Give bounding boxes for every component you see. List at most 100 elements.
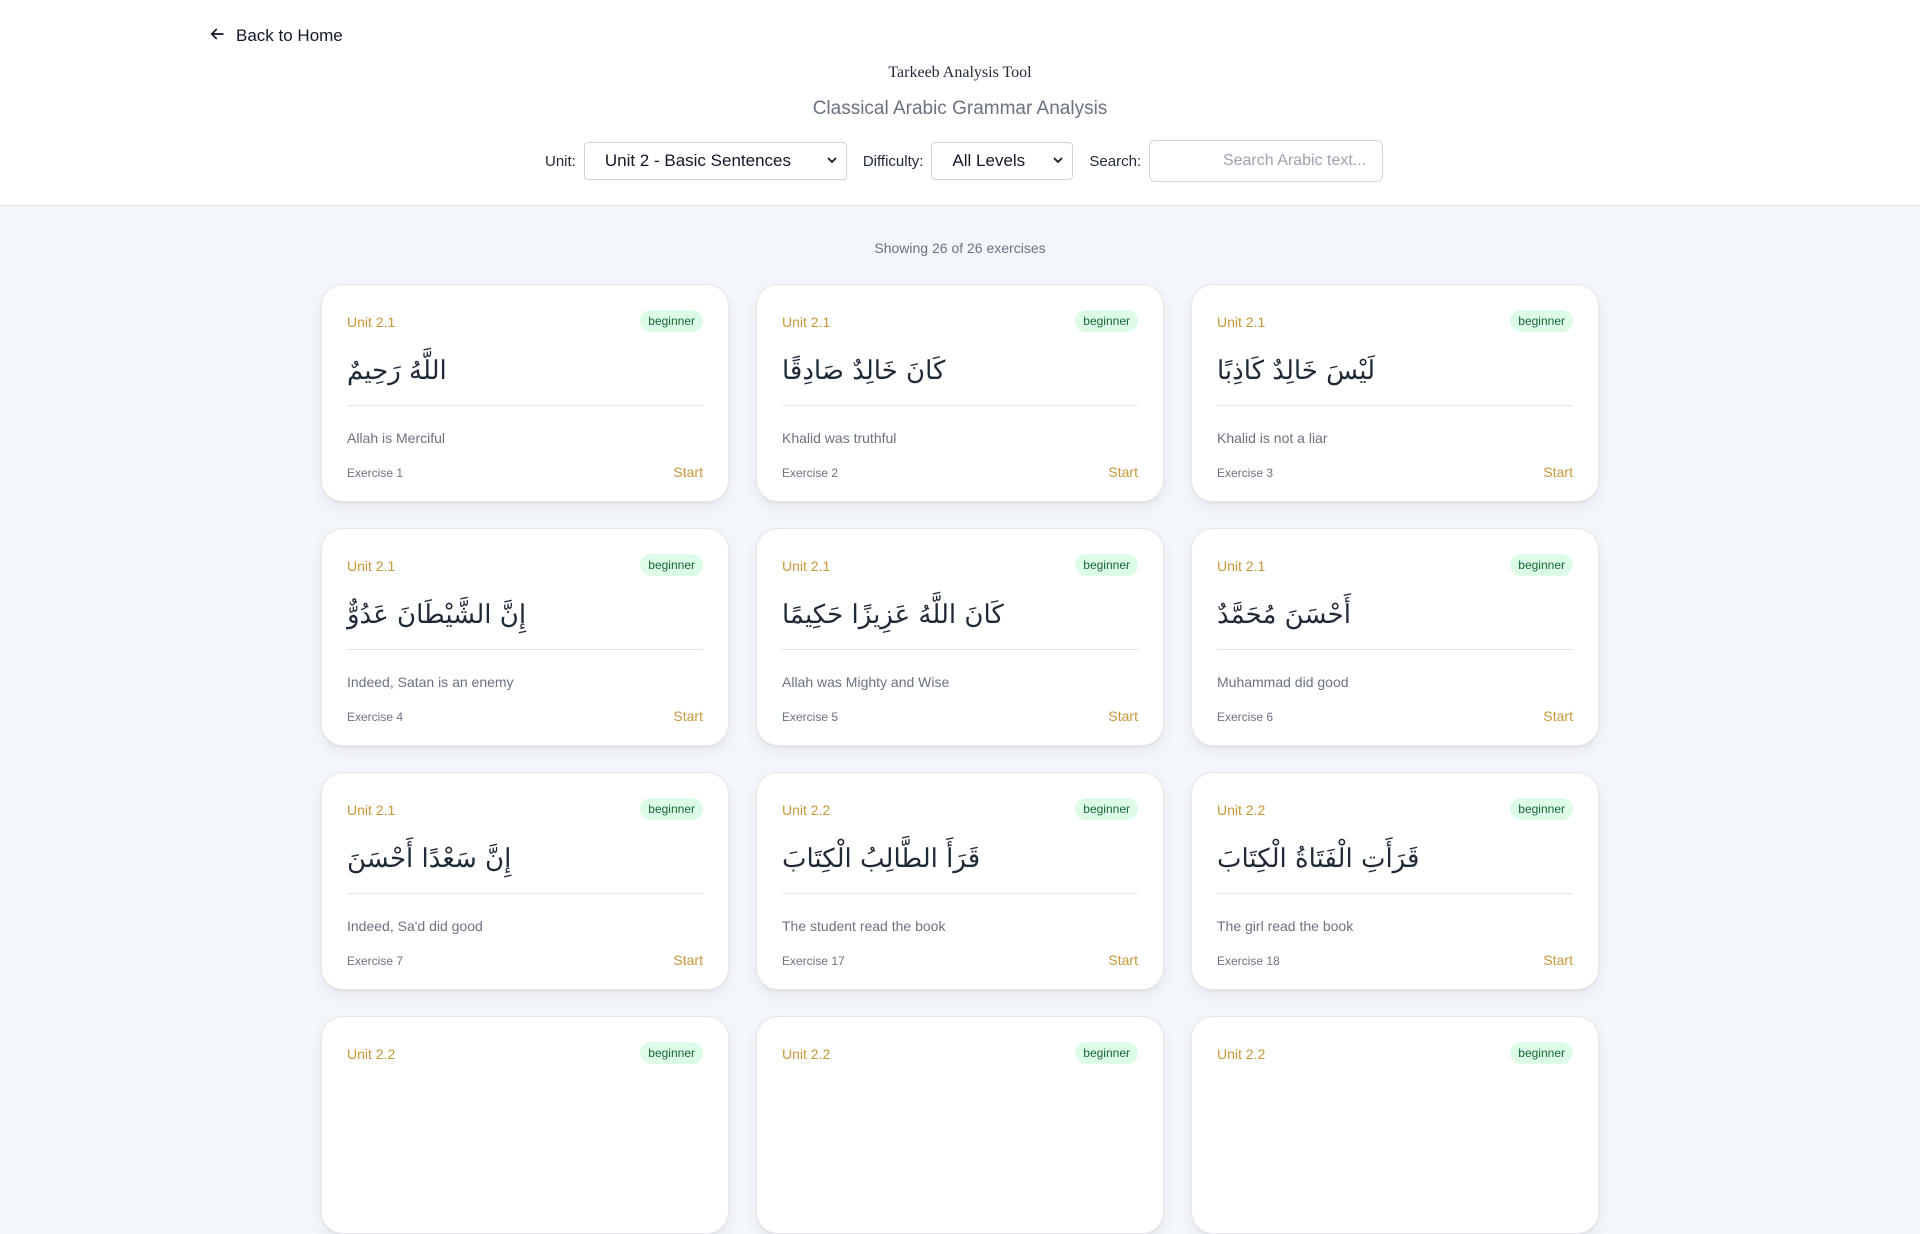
arabic-text: كَانَ خَالِدٌ صَادِقًا: [782, 356, 946, 386]
card-divider: [347, 893, 703, 894]
unit-select-value: Unit 2 - Basic Sentences: [604, 151, 791, 170]
unit-tag: Unit 2.1: [782, 558, 831, 574]
difficulty-badge: beginner: [1075, 1042, 1138, 1064]
translation-text: Allah is Merciful: [347, 430, 446, 446]
translation-text: Indeed, Sa'd did good: [347, 918, 483, 934]
unit-tag: Unit 2.2: [782, 802, 831, 818]
difficulty-badge: beginner: [1510, 310, 1573, 332]
card-divider: [347, 649, 703, 650]
exercise-number: Exercise 18: [1217, 954, 1280, 968]
difficulty-badge: beginner: [1075, 798, 1138, 820]
exercise-card[interactable]: Unit 2.1 beginner إِنَّ سَعْدًا أَحْسَنَ…: [321, 772, 729, 990]
exercise-number: Exercise 4: [347, 710, 404, 724]
difficulty-badge: beginner: [640, 798, 703, 820]
difficulty-badge: beginner: [1075, 310, 1138, 332]
arabic-text: أَحْسَنَ مُحَمَّدٌ: [1217, 600, 1351, 630]
start-button[interactable]: Start: [1543, 708, 1573, 724]
unit-tag: Unit 2.1: [347, 558, 396, 574]
arabic-text: كَانَ اللَّهُ عَزِيزًا حَكِيمًا: [782, 600, 1004, 630]
difficulty-select-value: All Levels: [952, 151, 1026, 170]
translation-text: Indeed, Satan is an enemy: [347, 674, 514, 690]
exercise-number: Exercise 5: [782, 710, 839, 724]
arabic-text: إِنَّ الشَّيْطَانَ عَدُوٌّ: [347, 600, 527, 630]
card-divider: [782, 649, 1138, 650]
translation-text: Khalid is not a liar: [1217, 430, 1328, 446]
exercise-grid: Unit 2.1 beginner اللَّهُ رَحِيمٌ Allah …: [321, 284, 1599, 1234]
exercise-card[interactable]: Unit 2.2 beginner: [321, 1016, 729, 1234]
difficulty-badge: beginner: [1075, 554, 1138, 576]
search-label: Search:: [1089, 152, 1142, 170]
start-button[interactable]: Start: [673, 708, 703, 724]
chevron-down-icon: [1042, 151, 1064, 171]
arrow-left-icon: [208, 25, 226, 48]
unit-tag: Unit 2.1: [1217, 558, 1266, 574]
start-button[interactable]: Start: [1108, 952, 1138, 968]
exercise-card[interactable]: Unit 2.2 beginner قَرَأَ الطَّالِبُ الْك…: [756, 772, 1164, 990]
unit-tag: Unit 2.1: [782, 314, 831, 330]
unit-tag: Unit 2.1: [1217, 314, 1266, 330]
exercise-card[interactable]: Unit 2.1 beginner لَيْسَ خَالِدٌ كَاذِبً…: [1191, 284, 1599, 502]
unit-label: Unit:: [545, 152, 576, 170]
back-link-label: Back to Home: [236, 26, 343, 45]
unit-tag: Unit 2.1: [347, 314, 396, 330]
exercise-count: Showing 26 of 26 exercises: [874, 240, 1046, 256]
card-divider: [782, 405, 1138, 406]
translation-text: Muhammad did good: [1217, 674, 1349, 690]
start-button[interactable]: Start: [673, 464, 703, 480]
exercise-number: Exercise 1: [347, 466, 404, 480]
start-button[interactable]: Start: [1543, 464, 1573, 480]
app-subtitle: Classical Arabic Grammar Analysis: [812, 98, 1108, 119]
exercise-card[interactable]: Unit 2.1 beginner أَحْسَنَ مُحَمَّدٌ Muh…: [1191, 528, 1599, 746]
arabic-text: قَرَأَ الطَّالِبُ الْكِتَابَ: [782, 844, 981, 874]
back-to-home-link[interactable]: Back to Home: [208, 24, 343, 48]
card-divider: [347, 405, 703, 406]
chevron-down-icon: [816, 151, 838, 171]
exercise-number: Exercise 3: [1217, 466, 1274, 480]
unit-tag: Unit 2.2: [1217, 802, 1266, 818]
difficulty-badge: beginner: [640, 554, 703, 576]
card-divider: [1217, 405, 1573, 406]
search-input[interactable]: [1149, 140, 1384, 182]
exercise-number: Exercise 7: [347, 954, 404, 968]
exercise-card[interactable]: Unit 2.2 beginner: [756, 1016, 1164, 1234]
translation-text: Allah was Mighty and Wise: [782, 674, 950, 690]
translation-text: The student read the book: [782, 918, 946, 934]
exercise-number: Exercise 6: [1217, 710, 1274, 724]
start-button[interactable]: Start: [1108, 464, 1138, 480]
start-button[interactable]: Start: [1108, 708, 1138, 724]
card-divider: [1217, 893, 1573, 894]
exercise-card[interactable]: Unit 2.1 beginner كَانَ اللَّهُ عَزِيزًا…: [756, 528, 1164, 746]
unit-tag: Unit 2.2: [1217, 1046, 1266, 1062]
exercise-card[interactable]: Unit 2.1 beginner اللَّهُ رَحِيمٌ Allah …: [321, 284, 729, 502]
unit-select[interactable]: Unit 2 - Basic Sentences: [583, 142, 847, 180]
difficulty-select[interactable]: All Levels: [931, 142, 1074, 180]
page-header: Back to Home Tarkeeb Analysis Tool Class…: [0, 0, 1920, 206]
app-title: Tarkeeb Analysis Tool: [888, 64, 1032, 81]
difficulty-badge: beginner: [640, 1042, 703, 1064]
difficulty-badge: beginner: [1510, 1042, 1573, 1064]
translation-text: The girl read the book: [1217, 918, 1354, 934]
card-divider: [782, 893, 1138, 894]
card-divider: [1217, 649, 1573, 650]
filter-bar: Unit: Unit 2 - Basic Sentences Difficult…: [545, 140, 1384, 182]
arabic-text: لَيْسَ خَالِدٌ كَاذِبًا: [1217, 356, 1376, 386]
arabic-text: إِنَّ سَعْدًا أَحْسَنَ: [347, 844, 512, 874]
start-button[interactable]: Start: [673, 952, 703, 968]
exercise-card[interactable]: Unit 2.1 beginner كَانَ خَالِدٌ صَادِقًا…: [756, 284, 1164, 502]
exercise-card[interactable]: Unit 2.2 beginner قَرَأَتِ الْفَتَاةُ ال…: [1191, 772, 1599, 990]
exercise-number: Exercise 17: [782, 954, 845, 968]
difficulty-badge: beginner: [640, 310, 703, 332]
exercise-number: Exercise 2: [782, 466, 839, 480]
difficulty-badge: beginner: [1510, 554, 1573, 576]
unit-tag: Unit 2.2: [347, 1046, 396, 1062]
exercise-card[interactable]: Unit 2.1 beginner إِنَّ الشَّيْطَانَ عَد…: [321, 528, 729, 746]
arabic-text: قَرَأَتِ الْفَتَاةُ الْكِتَابَ: [1217, 844, 1420, 874]
exercise-card[interactable]: Unit 2.2 beginner: [1191, 1016, 1599, 1234]
difficulty-badge: beginner: [1510, 798, 1573, 820]
difficulty-label: Difficulty:: [862, 152, 924, 170]
start-button[interactable]: Start: [1543, 952, 1573, 968]
unit-tag: Unit 2.2: [782, 1046, 831, 1062]
translation-text: Khalid was truthful: [782, 430, 897, 446]
unit-tag: Unit 2.1: [347, 802, 396, 818]
arabic-text: اللَّهُ رَحِيمٌ: [347, 356, 447, 386]
